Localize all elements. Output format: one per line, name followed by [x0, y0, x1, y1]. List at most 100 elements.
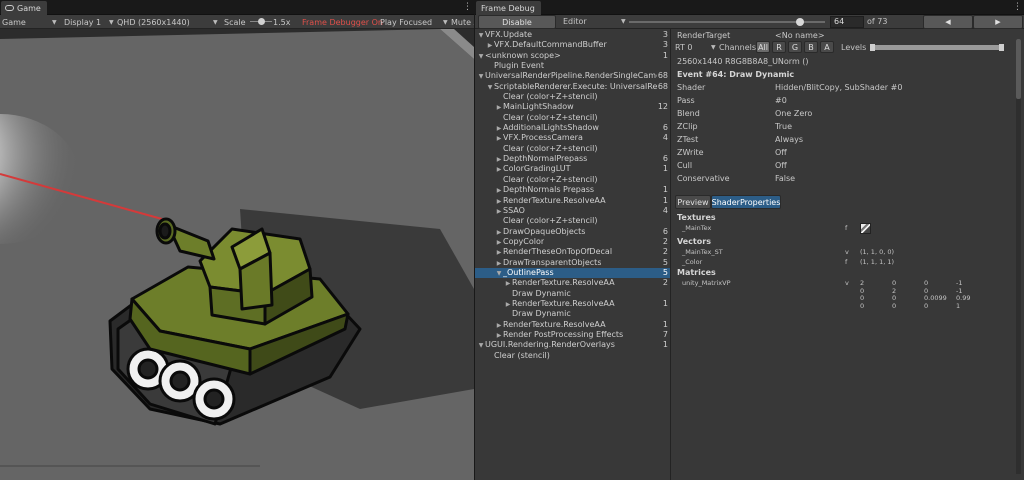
event-tree-item[interactable]: Draw Dynamic — [475, 309, 670, 319]
event-tree-item-count: 3 — [662, 30, 668, 39]
event-tree-item[interactable]: ▶ SSAO 4 — [475, 206, 670, 216]
event-tree-item-label: AdditionalLightsShadow — [503, 123, 599, 133]
event-slider-thumb[interactable] — [795, 18, 804, 26]
event-index-field[interactable]: 64 — [830, 16, 864, 28]
vertical-scrollbar[interactable] — [1016, 39, 1021, 474]
event-tree-item-count: 1 — [662, 185, 668, 195]
target-dropdown[interactable]: Editor ▼ — [563, 15, 626, 29]
event-tree-item[interactable]: ▶ DrawTransparentObjects 5 — [475, 258, 670, 268]
event-slider[interactable] — [629, 18, 825, 26]
event-tree-item[interactable]: ▶ RenderTexture.ResolveAA 1 — [475, 299, 670, 309]
view-dropdown[interactable]: Game ▼ — [2, 15, 57, 29]
event-tree-item-count: 5 — [662, 257, 668, 267]
texture-thumbnail[interactable] — [860, 223, 871, 234]
game-view-icon — [5, 5, 14, 11]
channel-button-all[interactable]: All — [756, 41, 770, 53]
event-tree-item[interactable]: Clear (color+Z+stencil) — [475, 144, 670, 154]
event-tree-item[interactable]: ▶ DrawOpaqueObjects 6 — [475, 227, 670, 237]
event-tree-item-label: DepthNormalPrepass — [503, 154, 588, 164]
event-tree-item[interactable]: Clear (stencil) — [475, 351, 670, 361]
levels-min-handle[interactable] — [870, 44, 875, 51]
event-tree-item[interactable]: ▼ UGUI.Rendering.RenderOverlays 1 — [475, 340, 670, 350]
event-tree-item-label: Clear (color+Z+stencil) — [503, 216, 598, 226]
property-name: Conservative — [677, 174, 730, 183]
frame-debugger-on-label[interactable]: Frame Debugger On — [302, 15, 383, 29]
scale-slider-thumb[interactable] — [258, 18, 265, 25]
game-panel: Game ⋮ Game ▼ Display 1 ▼ QHD (2560x1440… — [0, 0, 474, 480]
event-tree-item[interactable]: Clear (color+Z+stencil) — [475, 113, 670, 123]
event-tree-item[interactable]: ▼ VFX.Update 3 — [475, 30, 670, 40]
event-tree-item[interactable]: ▶ AdditionalLightsShadow 6 — [475, 123, 670, 133]
event-tree-item[interactable]: ▼ _OutlinePass 5 — [475, 267, 670, 279]
event-tree-item[interactable]: ▶ VFX.DefaultCommandBuffer 3 — [475, 40, 670, 50]
event-tree-item-label: Draw Dynamic — [512, 309, 571, 319]
event-tree-rows: ▼ VFX.Update 3 ▶ VFX.DefaultCommandBuffer 3 ▼ <… — [475, 29, 670, 361]
more-options-icon[interactable]: ⋮ — [1013, 2, 1022, 12]
event-tree-item-count: 12 — [657, 102, 668, 112]
event-tree-item[interactable]: ▶ VFX.ProcessCamera 4 — [475, 133, 670, 143]
event-details: RenderTarget <No name> RT 0 ▼ Channels A… — [672, 29, 1024, 480]
event-tree-item-label: Clear (color+Z+stencil) — [503, 92, 598, 102]
event-tree-item[interactable]: ▶ DepthNormalPrepass 6 — [475, 154, 670, 164]
property-name: Cull — [677, 161, 693, 170]
more-options-icon[interactable]: ⋮ — [463, 2, 472, 12]
tab-preview[interactable]: Preview — [675, 195, 711, 209]
vector-stage: f — [845, 258, 848, 266]
event-tree-item[interactable]: ▶ DepthNormals Prepass 1 — [475, 185, 670, 195]
event-tree-item-count: 68 — [657, 81, 668, 91]
event-tree-item-label: ColorGradingLUT — [503, 164, 571, 174]
chevron-down-icon: ▼ — [109, 18, 114, 26]
event-tree-item[interactable]: Plugin Event — [475, 61, 670, 71]
game-viewport[interactable] — [0, 29, 474, 480]
event-tree-item[interactable]: ▶ RenderTexture.ResolveAA 1 — [475, 320, 670, 330]
game-tab-label: Game — [17, 3, 41, 13]
chevron-down-icon: ▼ — [213, 18, 218, 26]
game-tab-bar: Game ⋮ — [0, 0, 474, 15]
channel-button-a[interactable]: A — [820, 41, 834, 53]
event-tree-item[interactable]: Clear (color+Z+stencil) — [475, 216, 670, 226]
game-tab[interactable]: Game — [1, 1, 47, 15]
previous-event-button[interactable]: ◀ — [923, 15, 973, 29]
rt-dropdown[interactable]: RT 0 ▼ — [675, 41, 717, 54]
levels-slider[interactable] — [870, 44, 1004, 51]
event-tree-item[interactable]: ▼ UniversalRenderPipeline.RenderSingleCam… — [475, 71, 670, 81]
event-total: of 73 — [867, 17, 888, 26]
scale-label: Scale — [224, 17, 246, 27]
tab-shader-properties[interactable]: ShaderProperties — [711, 195, 781, 209]
chevron-down-icon: ▼ — [443, 18, 448, 26]
event-tree-item[interactable]: Draw Dynamic — [475, 289, 670, 299]
play-focused-dropdown[interactable]: Play Focused ▼ — [380, 15, 448, 29]
mute-audio-toggle[interactable]: Mute A — [451, 15, 474, 29]
event-tree-item[interactable]: ▶ Render PostProcessing Effects 7 — [475, 330, 670, 340]
event-tree-item[interactable]: ▶ CopyColor 2 — [475, 237, 670, 247]
chevron-down-icon: ▼ — [621, 18, 626, 25]
event-tree-item[interactable]: ▶ ColorGradingLUT 1 — [475, 164, 670, 174]
event-tree-item-count: 1 — [662, 50, 668, 60]
channel-button-b[interactable]: B — [804, 41, 818, 53]
next-event-button[interactable]: ▶ — [973, 15, 1023, 29]
event-tree-item-label: VFX.Update — [485, 30, 533, 39]
frame-debug-panel: Frame Debug ⋮ Disable Editor ▼ 64 of 73 … — [474, 0, 1024, 480]
event-tree-item-label: UniversalRenderPipeline.RenderSingleCame… — [485, 71, 657, 81]
event-tree-item[interactable]: ▶ RenderTexture.ResolveAA 2 — [475, 278, 670, 288]
display-dropdown[interactable]: Display 1 ▼ — [64, 15, 114, 29]
frame-debug-tab[interactable]: Frame Debug — [476, 1, 541, 15]
levels-max-handle[interactable] — [999, 44, 1004, 51]
disable-button[interactable]: Disable — [478, 15, 556, 29]
event-tree-item[interactable]: Clear (color+Z+stencil) — [475, 92, 670, 102]
event-tree-item-count: 6 — [662, 154, 668, 164]
event-tree-item[interactable]: ▶ RenderTheseOnTopOfDecal 2 — [475, 247, 670, 257]
property-value: Off — [775, 148, 787, 157]
event-tree-item[interactable]: Clear (color+Z+stencil) — [475, 175, 670, 185]
vector-name: _MainTex_ST — [682, 248, 723, 256]
event-tree-item-label: RenderTheseOnTopOfDecal — [503, 247, 613, 257]
event-tree-item[interactable]: ▼ <unknown scope> 1 — [475, 51, 670, 61]
scale-slider[interactable] — [250, 18, 272, 25]
channel-button-g[interactable]: G — [788, 41, 802, 53]
event-tree-item[interactable]: ▼ ScriptableRenderer.Execute: UniversalRe… — [475, 82, 670, 92]
scrollbar-thumb[interactable] — [1016, 39, 1021, 99]
event-tree-item[interactable]: ▶ RenderTexture.ResolveAA 1 — [475, 196, 670, 206]
channel-button-r[interactable]: R — [772, 41, 786, 53]
resolution-dropdown[interactable]: QHD (2560x1440) ▼ — [117, 15, 218, 29]
event-tree-item[interactable]: ▶ MainLightShadow 12 — [475, 102, 670, 112]
